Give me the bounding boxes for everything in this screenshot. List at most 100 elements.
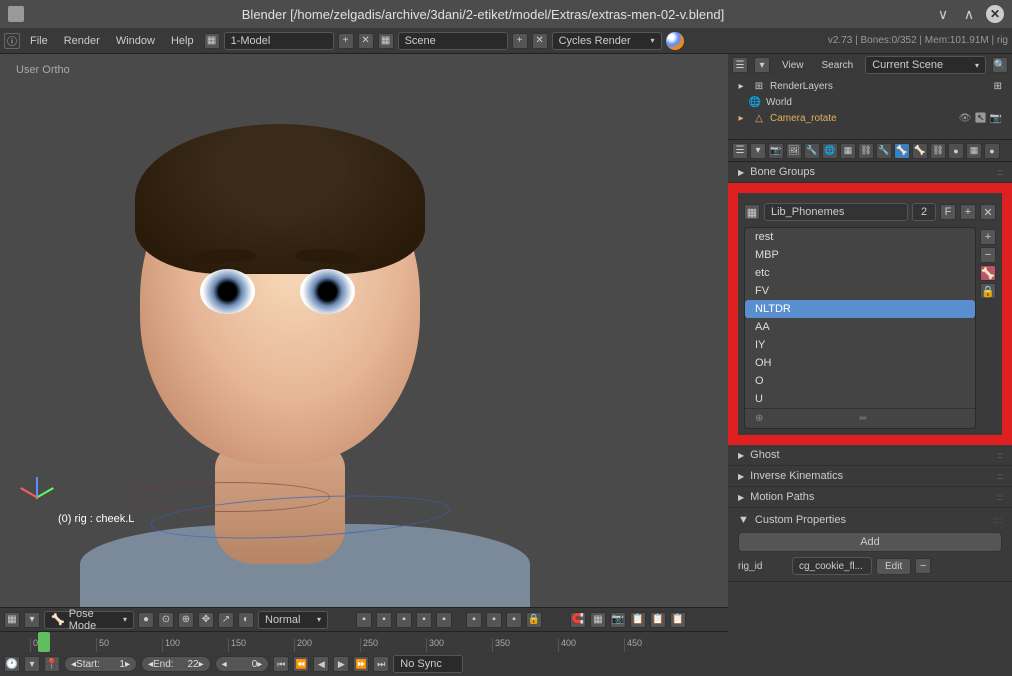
layer-btn-8[interactable]: ▪	[506, 612, 522, 628]
layer-btn-6[interactable]: ▪	[466, 612, 482, 628]
action-browse-icon[interactable]: ▦	[744, 204, 760, 220]
outliner-search-icon[interactable]: 🔍	[992, 57, 1008, 73]
frame-current-field[interactable]: ◂ 0 ▸	[215, 656, 270, 672]
properties-editor-type-icon[interactable]: ☰	[732, 143, 748, 159]
prop-tab-bone[interactable]: 🦴	[912, 143, 928, 159]
scene-add-button[interactable]: +	[512, 33, 528, 49]
outliner-search-menu[interactable]: Search	[816, 56, 860, 75]
prop-tab-scene[interactable]: 🔧	[804, 143, 820, 159]
keyframe-next-icon[interactable]: ⏩	[353, 656, 369, 672]
pose-item-rest[interactable]: rest	[745, 228, 975, 246]
prop-tab-world[interactable]: 🌐	[822, 143, 838, 159]
timeline-editor-type-icon[interactable]: 🕐	[4, 656, 20, 672]
pose-library-add-button[interactable]: +	[960, 204, 976, 220]
outliner-row-renderlayers[interactable]: ▸⊞RenderLayers ⊞	[734, 78, 1006, 94]
frame-start-field[interactable]: ◂ Start: 1 ▸	[64, 656, 137, 672]
list-add-icon[interactable]: ⊕	[755, 413, 763, 424]
layer-btn-2[interactable]: ▪	[376, 612, 392, 628]
lock-camera-icon[interactable]: 🔒	[526, 612, 542, 628]
rig-id-value-field[interactable]	[792, 557, 872, 575]
prop-tab-render[interactable]: 📷	[768, 143, 784, 159]
outliner-row-world[interactable]: 🌐World	[734, 94, 1006, 110]
pose-item-etc[interactable]: etc	[745, 264, 975, 282]
layer-btn-1[interactable]: ▪	[356, 612, 372, 628]
maximize-button[interactable]: ∧	[960, 5, 978, 23]
panel-ghost[interactable]: ▶ Ghost ::::	[728, 445, 1012, 466]
transform-orientation[interactable]: Normal ▾	[258, 611, 328, 629]
scene-remove-button[interactable]: ✕	[532, 33, 548, 49]
minimize-button[interactable]: ∨	[934, 5, 952, 23]
panel-inverse-kinematics[interactable]: ▶ Inverse Kinematics ::::	[728, 466, 1012, 487]
play-icon[interactable]: ▶	[333, 656, 349, 672]
outliner-editor-type-icon[interactable]: ☰	[732, 57, 748, 73]
pose-add-button[interactable]: +	[980, 229, 996, 245]
snap-target-icon[interactable]: ▦	[590, 612, 606, 628]
menu-render[interactable]: Render	[58, 31, 106, 51]
prop-tab-physics[interactable]: ●	[984, 143, 1000, 159]
prop-tab-object[interactable]: ▦	[840, 143, 856, 159]
pivot-only-icon[interactable]: ⊕	[178, 612, 194, 628]
layer-btn-5[interactable]: ▪	[436, 612, 452, 628]
close-button[interactable]: ✕	[986, 5, 1004, 23]
pose-item-u[interactable]: U	[745, 390, 975, 408]
pivot-icon[interactable]: ⊙	[158, 612, 174, 628]
pose-sanitize-button[interactable]: 🔒	[980, 283, 996, 299]
mode-select[interactable]: 🦴 Pose Mode ▾	[44, 611, 134, 629]
pose-remove-button[interactable]: −	[980, 247, 996, 263]
pose-library-users[interactable]: 2	[912, 203, 936, 221]
outliner-row-camera[interactable]: ▸△Camera_rotate 👁 ↖ 📷	[734, 110, 1006, 126]
panel-motion-paths[interactable]: ▶ Motion Paths ::::	[728, 487, 1012, 508]
pose-apply-button[interactable]: 🦴	[980, 265, 996, 281]
outliner-display-mode[interactable]: Current Scene▾	[865, 56, 986, 74]
snap-icon[interactable]: 🧲	[570, 612, 586, 628]
sync-mode-field[interactable]: No Sync	[393, 655, 463, 673]
paste-flip-icon[interactable]: 📋	[670, 612, 686, 628]
panel-bone-groups[interactable]: ▶ Bone Groups ::::	[728, 162, 1012, 183]
orientation-icon[interactable]: ◐	[238, 612, 254, 628]
list-resize-handle[interactable]: ═	[859, 413, 866, 424]
pose-item-mbp[interactable]: MBP	[745, 246, 975, 264]
outliner-collapse-icon[interactable]: ▾	[754, 57, 770, 73]
scene-field[interactable]: Scene	[398, 32, 508, 50]
pose-item-o[interactable]: O	[745, 372, 975, 390]
manipulator-icon[interactable]: ✥	[198, 612, 214, 628]
viewport-editor-type-icon[interactable]: ▦	[4, 612, 20, 628]
render-preview-icon[interactable]: 📷	[610, 612, 626, 628]
layer-btn-3[interactable]: ▪	[396, 612, 412, 628]
layout-remove-button[interactable]: ✕	[358, 33, 374, 49]
manipulate-axis-icon[interactable]: ↗	[218, 612, 234, 628]
scene-browse-icon[interactable]: ▦	[378, 33, 394, 49]
pose-item-iy[interactable]: IY	[745, 336, 975, 354]
rig-id-edit-button[interactable]: Edit	[876, 558, 911, 575]
layer-btn-4[interactable]: ▪	[416, 612, 432, 628]
jump-end-icon[interactable]: ⏭	[373, 656, 389, 672]
prop-tab-texture[interactable]: ▦	[966, 143, 982, 159]
paste-pose-icon[interactable]: 📋	[650, 612, 666, 628]
prop-tab-boneconstraint[interactable]: ⛓	[930, 143, 946, 159]
render-engine-field[interactable]: Cycles Render▾	[552, 32, 662, 50]
layout-add-button[interactable]: +	[338, 33, 354, 49]
play-reverse-icon[interactable]: ◀	[313, 656, 329, 672]
menu-help[interactable]: Help	[165, 31, 200, 51]
panel-custom-properties-header[interactable]: ▼ Custom Properties ::::	[738, 514, 1002, 526]
prop-tab-renderlayer[interactable]: 🖼	[786, 143, 802, 159]
timeline-marker-icon[interactable]: 📍	[44, 656, 60, 672]
properties-collapse-icon[interactable]: ▾	[750, 143, 766, 159]
prop-tab-modifier[interactable]: 🔧	[876, 143, 892, 159]
layout-browse-icon[interactable]: ▦	[204, 33, 220, 49]
frame-end-field[interactable]: ◂ End: 22 ▸	[141, 656, 211, 672]
timeline-cursor[interactable]	[38, 632, 50, 652]
pose-item-oh[interactable]: OH	[745, 354, 975, 372]
pose-library-unlink-button[interactable]: ✕	[980, 204, 996, 220]
prop-tab-constraint[interactable]: ⛓	[858, 143, 874, 159]
editor-type-icon[interactable]: ⓘ	[4, 33, 20, 49]
pose-list[interactable]: restMBPetcFVNLTDRAAIYOHOU ⊕ ═	[744, 227, 976, 429]
timeline-ruler[interactable]: 0 50 100 150 200 250 300 350 400 450	[0, 632, 728, 652]
layer-btn-7[interactable]: ▪	[486, 612, 502, 628]
prop-tab-material[interactable]: ●	[948, 143, 964, 159]
viewport-shading-icon[interactable]: ●	[138, 612, 154, 628]
pose-item-fv[interactable]: FV	[745, 282, 975, 300]
prop-tab-armature[interactable]: 🦴	[894, 143, 910, 159]
custom-property-add-button[interactable]: Add	[738, 532, 1002, 552]
outliner-tree[interactable]: ▸⊞RenderLayers ⊞ 🌐World ▸△Camera_rotate …	[728, 76, 1012, 128]
